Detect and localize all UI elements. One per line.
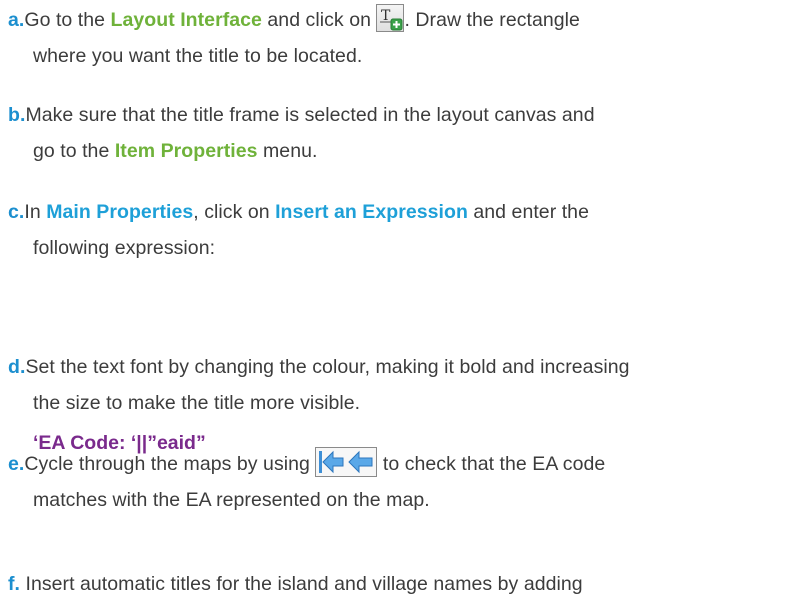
step-text: Cycle through the maps by using <box>24 453 310 475</box>
add-label-icon: T <box>376 3 405 32</box>
instruction-page: a.Go to the Layout Interface and click o… <box>0 0 798 610</box>
step-text: and click on <box>267 9 371 31</box>
step-d: d.Set the text font by changing the colo… <box>8 349 790 421</box>
insert-expression-highlight: Insert an Expression <box>275 201 468 223</box>
feature-navigation-icons <box>315 446 378 477</box>
step-marker: a. <box>8 9 25 31</box>
step-a: a.Go to the Layout Interface and click o… <box>8 2 790 74</box>
step-text: Set the text font by changing the colour… <box>25 356 630 378</box>
step-text: to check that the EA code <box>382 453 606 475</box>
first-feature-icon <box>319 450 344 474</box>
step-f-line-1: f. Insert automatic titles for the islan… <box>8 566 790 602</box>
main-properties-highlight: Main Properties <box>46 201 194 223</box>
step-c-line-1: c.In Main Properties, click on Insert an… <box>8 194 790 230</box>
step-marker: f. <box>8 573 21 595</box>
step-e: e.Cycle through the maps by using to che… <box>8 446 790 518</box>
step-marker: b. <box>8 104 26 126</box>
step-marker: d. <box>8 356 26 378</box>
step-text: , click on <box>193 201 270 223</box>
step-a-line-2: where you want the title to be located. <box>33 45 363 67</box>
step-b-line-2: go to the Item Properties menu. <box>8 133 790 169</box>
step-text: menu. <box>263 140 318 162</box>
item-properties-highlight: Item Properties <box>114 140 258 162</box>
step-b: b.Make sure that the title frame is sele… <box>8 97 790 169</box>
step-c-line-2: following expression: <box>33 237 216 259</box>
step-e-line-2: matches with the EA represented on the m… <box>33 489 430 511</box>
step-marker: c. <box>8 201 25 223</box>
step-marker: e. <box>8 453 25 475</box>
step-c: c.In Main Properties, click on Insert an… <box>8 194 790 266</box>
step-text: . Draw the rectangle <box>404 9 580 31</box>
step-text: Make sure that the title frame is select… <box>25 104 595 126</box>
step-text: Insert automatic titles for the island a… <box>25 573 583 595</box>
previous-feature-icon <box>348 450 373 474</box>
step-d-line-2: the size to make the title more visible. <box>33 392 361 414</box>
step-text: and enter the <box>473 201 589 223</box>
step-b-line-1: b.Make sure that the title frame is sele… <box>8 97 790 133</box>
step-text: go to the <box>33 140 110 162</box>
step-text: Go to the <box>24 9 106 31</box>
step-text: In <box>24 201 41 223</box>
step-a-line-1: a.Go to the Layout Interface and click o… <box>8 2 790 38</box>
layout-interface-highlight: Layout Interface <box>110 9 262 31</box>
step-f: f. Insert automatic titles for the islan… <box>8 566 790 602</box>
step-d-line-1: d.Set the text font by changing the colo… <box>8 349 790 385</box>
step-e-line-1: e.Cycle through the maps by using to che… <box>8 446 790 482</box>
